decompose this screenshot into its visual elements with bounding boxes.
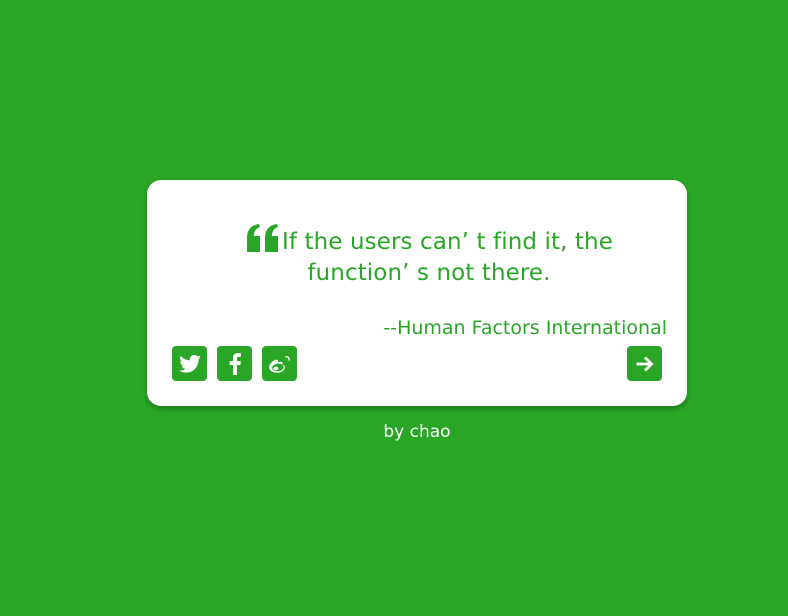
arrow-right-icon: [636, 356, 653, 371]
next-quote-button[interactable]: [627, 346, 662, 381]
social-buttons: [172, 346, 297, 381]
quote-text: If the users can’ t find it, the functio…: [282, 229, 613, 286]
weibo-share-button[interactable]: [262, 346, 297, 381]
quote-block: If the users can’ t find it, the functio…: [229, 224, 629, 289]
quote-left-icon: [245, 224, 280, 252]
weibo-icon: [268, 355, 290, 373]
facebook-icon: [229, 352, 241, 375]
facebook-share-button[interactable]: [217, 346, 252, 381]
quote-card: If the users can’ t find it, the functio…: [147, 180, 687, 406]
twitter-icon: [178, 354, 201, 373]
author-credit: by chao: [383, 422, 451, 442]
quote-author: --Human Factors International: [383, 317, 667, 339]
twitter-share-button[interactable]: [172, 346, 207, 381]
